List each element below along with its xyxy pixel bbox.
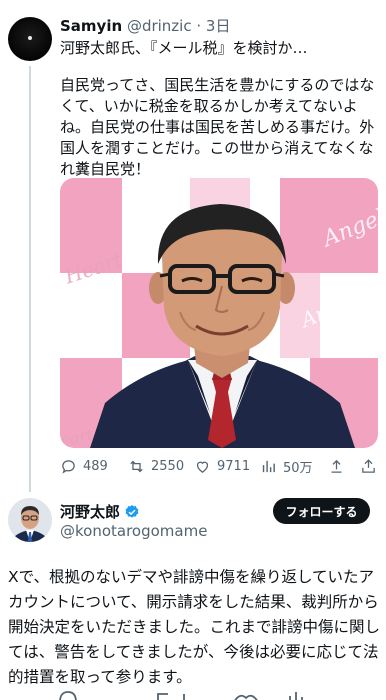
- repost-button[interactable]: 2550: [128, 456, 184, 476]
- avatar-highlight: [28, 36, 32, 40]
- like-button[interactable]: 9711: [194, 456, 250, 476]
- handle[interactable]: @konotarogomame: [60, 522, 207, 540]
- person-portrait: [90, 204, 355, 448]
- share-icon: [331, 459, 342, 473]
- timestamp[interactable]: 3日: [206, 17, 231, 35]
- tweet-photo[interactable]: Angel Angel Heart eart: [60, 178, 378, 448]
- tweet-actions-partial: [59, 691, 303, 700]
- tweet-header: Samyin @drinzic · 3日: [60, 15, 230, 36]
- verified-badge-icon: [125, 504, 139, 518]
- handle[interactable]: @drinzic: [127, 17, 192, 35]
- display-name[interactable]: 河野太郎: [60, 501, 140, 522]
- display-name[interactable]: Samyin: [60, 17, 122, 35]
- reply-icon: [62, 459, 75, 474]
- tweet-text: 自民党ってさ、国民生活を豊かにするのではなくて、いかに税金を取るかしか考えてない…: [60, 76, 375, 178]
- like-count: 9711: [217, 458, 251, 474]
- share-button[interactable]: [360, 456, 383, 476]
- bookmark-button[interactable]: [328, 456, 351, 476]
- separator-dot: ·: [191, 17, 206, 35]
- like-icon: [196, 461, 209, 473]
- display-name-text: 河野太郎: [60, 503, 121, 521]
- views-button[interactable]: 50万: [260, 456, 313, 476]
- thread-line: [29, 66, 31, 492]
- repost-count: 2550: [151, 458, 185, 474]
- views-count: 50万: [283, 460, 313, 476]
- reply-button[interactable]: 489: [60, 456, 108, 476]
- reply-count: 489: [83, 458, 108, 474]
- views-icon: [262, 460, 275, 472]
- share-icon: [362, 458, 375, 473]
- avatar-portrait: [8, 498, 52, 542]
- tweet-title: 河野太郎氏、『メール税』を検討か…: [60, 39, 308, 57]
- tweet-actions: 489 2550 9711 50万: [60, 456, 378, 476]
- follow-button[interactable]: フォローする: [273, 498, 370, 524]
- avatar[interactable]: [8, 498, 52, 542]
- tweet-text: Xで、根拠のないデマや誹謗中傷を繰り返していたアカウントについて、開示請求をした…: [8, 568, 381, 686]
- avatar[interactable]: [8, 17, 52, 61]
- repost-icon: [130, 460, 143, 472]
